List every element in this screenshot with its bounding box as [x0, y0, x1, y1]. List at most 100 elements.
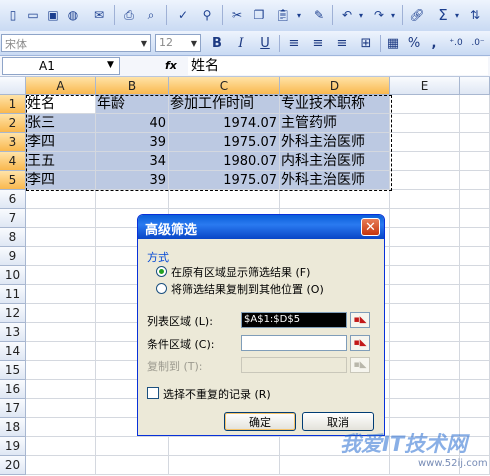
cell-c19[interactable]	[169, 437, 280, 456]
cell-e12[interactable]	[390, 304, 460, 323]
save-icon[interactable]: ▣	[44, 6, 62, 24]
increase-decimal-icon[interactable]: ⁺.0	[446, 34, 466, 52]
cell-e18[interactable]	[390, 418, 460, 437]
name-box[interactable]: A1 ▼	[2, 57, 120, 75]
column-header-partial[interactable]	[460, 77, 490, 95]
cell-a15[interactable]	[26, 361, 96, 380]
column-header-c[interactable]: C	[169, 77, 280, 95]
row-header-14[interactable]: 14	[0, 342, 26, 361]
cell-d5[interactable]: 外科主治医师	[280, 171, 390, 190]
row-header-5[interactable]: 5	[0, 171, 26, 190]
copy-icon[interactable]: ❐	[250, 6, 268, 24]
option-filter-in-place-label[interactable]: 在原有区域显示筛选结果 (F)	[171, 264, 310, 280]
cell-f9[interactable]	[460, 247, 490, 266]
row-header-18[interactable]: 18	[0, 418, 26, 437]
cell-f20[interactable]	[460, 456, 490, 475]
autosum-icon[interactable]: Σ	[434, 6, 452, 24]
cell-e13[interactable]	[390, 323, 460, 342]
redo-icon[interactable]: ↷	[370, 6, 388, 24]
row-header-20[interactable]: 20	[0, 456, 26, 475]
cell-d1[interactable]: 专业技术职称	[280, 95, 390, 114]
cell-b2[interactable]: 40	[96, 114, 169, 133]
research-icon[interactable]: ⚲	[198, 6, 216, 24]
print-icon[interactable]: ⎙	[120, 6, 138, 24]
cell-a6[interactable]	[26, 190, 96, 209]
cell-a12[interactable]	[26, 304, 96, 323]
cell-b1[interactable]: 年龄	[96, 95, 169, 114]
column-header-a[interactable]: A	[26, 77, 96, 95]
new-document-icon[interactable]: ▯	[4, 6, 22, 24]
cell-e3[interactable]	[390, 133, 460, 152]
paste-icon[interactable]: 📋︎	[274, 6, 292, 24]
column-header-e[interactable]: E	[390, 77, 460, 95]
bold-button[interactable]: B	[209, 34, 225, 52]
row-header-10[interactable]: 10	[0, 266, 26, 285]
cell-f7[interactable]	[460, 209, 490, 228]
cell-a7[interactable]	[26, 209, 96, 228]
cell-e5[interactable]	[390, 171, 460, 190]
cell-f10[interactable]	[460, 266, 490, 285]
cell-a1[interactable]: 姓名	[26, 95, 96, 114]
row-header-12[interactable]: 12	[0, 304, 26, 323]
cell-e15[interactable]	[390, 361, 460, 380]
dialog-title-bar[interactable]: 高级筛选 ✕	[138, 215, 384, 239]
column-header-b[interactable]: B	[96, 77, 169, 95]
cell-e17[interactable]	[390, 399, 460, 418]
cell-d20[interactable]	[280, 456, 390, 475]
undo-icon[interactable]: ↶	[338, 6, 356, 24]
cell-a20[interactable]	[26, 456, 96, 475]
spelling-icon[interactable]: ✓	[174, 6, 192, 24]
row-header-9[interactable]: 9	[0, 247, 26, 266]
cell-b5[interactable]: 39	[96, 171, 169, 190]
cell-d4[interactable]: 内科主治医师	[280, 152, 390, 171]
cell-e11[interactable]	[390, 285, 460, 304]
cell-a3[interactable]: 李四	[26, 133, 96, 152]
cell-c1[interactable]: 参加工作时间	[169, 95, 280, 114]
row-header-1[interactable]: 1	[0, 95, 26, 114]
cell-f1[interactable]	[460, 95, 490, 114]
cell-b6[interactable]	[96, 190, 169, 209]
cell-a4[interactable]: 王五	[26, 152, 96, 171]
cell-f4[interactable]	[460, 152, 490, 171]
cell-c3[interactable]: 1975.07	[169, 133, 280, 152]
comma-style-button[interactable]: ,	[428, 34, 440, 52]
cell-c6[interactable]	[169, 190, 280, 209]
cell-c5[interactable]: 1975.07	[169, 171, 280, 190]
chevron-down-icon[interactable]: ▼	[107, 60, 114, 70]
redo-dropdown-icon[interactable]: ▾	[388, 6, 398, 24]
undo-dropdown-icon[interactable]: ▾	[356, 6, 366, 24]
italic-button[interactable]: I	[233, 34, 249, 52]
cell-d6[interactable]	[280, 190, 390, 209]
list-range-picker-icon[interactable]: ▪◣	[350, 312, 370, 328]
row-header-2[interactable]: 2	[0, 114, 26, 133]
cell-e14[interactable]	[390, 342, 460, 361]
cell-a19[interactable]	[26, 437, 96, 456]
chevron-down-icon[interactable]: ▼	[138, 35, 150, 51]
underline-button[interactable]: U	[257, 34, 273, 52]
criteria-range-picker-icon[interactable]: ▪◣	[350, 335, 370, 351]
font-size-combo[interactable]: 12 ▼	[155, 34, 201, 52]
paste-dropdown-icon[interactable]: ▾	[294, 6, 304, 24]
cell-f16[interactable]	[460, 380, 490, 399]
criteria-range-input[interactable]	[241, 335, 347, 351]
cell-f6[interactable]	[460, 190, 490, 209]
cell-f12[interactable]	[460, 304, 490, 323]
cell-b20[interactable]	[96, 456, 169, 475]
decrease-decimal-icon[interactable]: .0⁻	[468, 34, 488, 52]
row-header-17[interactable]: 17	[0, 399, 26, 418]
cell-a8[interactable]	[26, 228, 96, 247]
cell-f3[interactable]	[460, 133, 490, 152]
cell-d2[interactable]: 主管药师	[280, 114, 390, 133]
align-center-icon[interactable]: ≡	[309, 34, 327, 52]
cell-e1[interactable]	[390, 95, 460, 114]
cell-a10[interactable]	[26, 266, 96, 285]
cell-f19[interactable]	[460, 437, 490, 456]
merge-center-icon[interactable]: ⊞	[357, 34, 375, 52]
cell-f11[interactable]	[460, 285, 490, 304]
cell-a5[interactable]: 李四	[26, 171, 96, 190]
row-header-4[interactable]: 4	[0, 152, 26, 171]
percent-button[interactable]: %	[406, 34, 422, 52]
cell-f14[interactable]	[460, 342, 490, 361]
cell-a13[interactable]	[26, 323, 96, 342]
row-header-13[interactable]: 13	[0, 323, 26, 342]
